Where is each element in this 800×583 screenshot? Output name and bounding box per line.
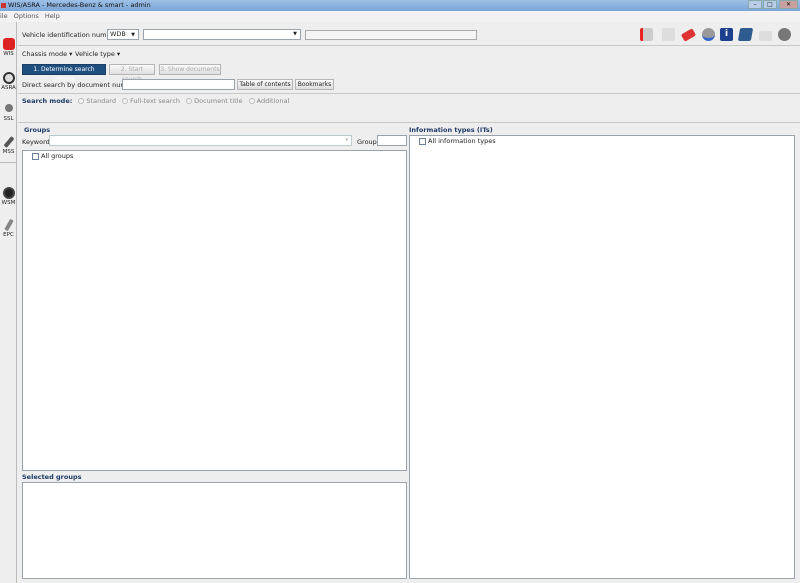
menu-options[interactable]: Options [14,12,39,20]
maximize-button[interactable]: □ [763,0,777,9]
sidebar-item-wis[interactable]: WIS [0,38,17,57]
car-icon [2,38,15,50]
search-mode-group: Search mode: Standard Full-text search D… [22,97,289,105]
title-bar: WIS/ASRA - Mercedes-Benz & smart - admin… [0,0,800,11]
minimize-button[interactable]: – [748,0,762,9]
chevron-down-icon: ▾ [345,137,348,143]
menu-file[interactable]: ile [0,12,8,20]
radio-full-text[interactable]: Full-text search [118,97,180,105]
vin-prefix-select[interactable]: WDB ▼ [107,29,139,40]
vin-input[interactable]: ▼ [143,29,301,40]
selected-groups-list [22,482,407,579]
document-number-input[interactable] [122,79,235,90]
radio-document-title[interactable]: Document title [182,97,243,105]
tree-item-all-info-types[interactable]: All information types [419,137,496,145]
key-icon [4,104,13,112]
app-icon [1,3,6,8]
sidebar-item-wsm[interactable]: WSM [0,187,17,206]
chevron-down-icon: ▼ [293,31,297,37]
sidebar-item-ssl[interactable]: SSL [0,104,17,122]
all-info-types-checkbox[interactable] [419,137,426,145]
help-icon[interactable] [778,28,791,41]
print-icon[interactable] [662,28,675,41]
info-icon[interactable]: i [720,28,733,41]
step-determine-criteria[interactable]: 1. Determine search criteria [22,64,106,83]
keyword-label: Keyword: [22,138,52,146]
radio-additional[interactable]: Additional [245,97,289,105]
settings-icon[interactable] [702,28,715,41]
info-types-tree: All information types [409,135,795,579]
chevron-down-icon: ▼ [131,32,135,38]
window-title: WIS/ASRA - Mercedes-Benz & smart - admin [8,1,151,9]
play-icon [2,187,15,199]
all-groups-checkbox[interactable] [32,152,39,160]
step-show-documents[interactable]: 3. Show documents [159,64,221,75]
groups-tree: All groups [22,150,407,471]
close-button[interactable]: ✕ [779,0,798,9]
wrench-icon [3,136,14,148]
steering-wheel-icon [2,72,15,84]
sidebar-item-mss[interactable]: MSS [0,136,17,155]
vehicle-type-menu[interactable]: Vehicle type ▾ [75,50,120,58]
menu-bar: ile Options Help [0,11,800,22]
divider [18,93,800,94]
sidebar-divider [0,162,17,163]
chassis-mode-menu[interactable]: Chassis mode ▾ [22,50,72,58]
info-types-title: Information types (ITs) [409,126,493,134]
sidebar-item-asra[interactable]: ASRA [0,72,17,91]
tree-item-all-groups[interactable]: All groups [32,152,73,160]
search-mode-label: Search mode: [22,97,73,105]
bookmarks-button[interactable]: Bookmarks [295,79,334,90]
divider [18,122,800,123]
delete-icon[interactable] [640,28,653,41]
group-input[interactable] [377,135,407,146]
sidebar-item-epc[interactable]: EPC [0,218,17,238]
groups-title: Groups [24,126,51,134]
sidebar: WIS ASRA SSL MSS WSM EPC [0,22,17,583]
vin-status-field [305,30,477,40]
step-start-search[interactable]: 2. Start search [109,64,155,83]
group-label: Group: [357,138,379,146]
divider [18,45,800,46]
radio-standard[interactable]: Standard [74,97,116,105]
menu-help[interactable]: Help [45,12,60,20]
table-of-contents-button[interactable]: Table of contents [237,79,293,90]
spark-plug-icon [3,218,14,232]
mail-icon[interactable] [759,31,772,41]
vin-label: Vehicle identification number [22,31,118,39]
book-icon[interactable] [737,28,754,41]
keyword-input[interactable]: ▾ [49,135,352,146]
eraser-icon[interactable] [680,28,697,42]
selected-groups-title: Selected groups [22,473,82,481]
